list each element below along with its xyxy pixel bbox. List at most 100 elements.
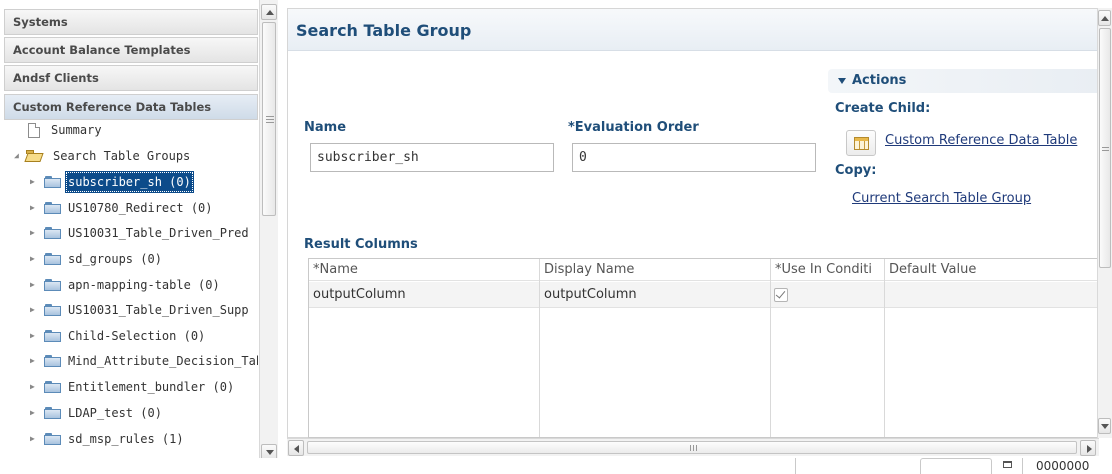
status-bar: 0000000 (0, 458, 1112, 474)
document-icon (28, 123, 40, 138)
collapsed-icon[interactable]: ▶ (30, 171, 40, 193)
arrow-down-icon (266, 450, 274, 455)
collapsed-icon[interactable]: ▶ (30, 274, 40, 296)
table-row[interactable] (309, 282, 1097, 308)
collapsed-icon[interactable]: ▶ (30, 222, 40, 244)
accordion-andsf-clients[interactable]: Andsf Clients (4, 65, 258, 91)
evaluation-order-field[interactable]: 0 (572, 143, 816, 172)
collapsed-icon[interactable]: ▶ (30, 248, 40, 270)
copy-current-search-table-group-link[interactable]: Current Search Table Group (852, 191, 1031, 206)
folder-icon (44, 330, 61, 342)
navigator-scrollbar[interactable] (259, 0, 278, 462)
editor-vertical-scrollbar[interactable] (1097, 8, 1112, 438)
collapsed-icon[interactable]: ▶ (30, 350, 40, 372)
folder-icon (44, 355, 61, 367)
tree-item-label: apn-mapping-table (0) (68, 278, 220, 292)
scroll-thumb[interactable] (307, 441, 1077, 454)
tree-item-label: Child-Selection (0) (68, 329, 206, 343)
folder-icon (44, 304, 61, 316)
column-header-name[interactable]: *Name (309, 259, 539, 281)
folder-icon (44, 381, 61, 393)
collapsed-icon[interactable]: ▶ (30, 197, 40, 219)
tree-item-entitlement-bundler[interactable]: ▶ Entitlement_bundler (0) (4, 376, 258, 398)
tree-item-label: Summary (51, 123, 102, 137)
arrow-up-icon (266, 10, 274, 15)
arrow-down-icon (1101, 424, 1109, 429)
collapsed-icon[interactable]: ▶ (30, 428, 40, 450)
table-icon (854, 137, 869, 150)
status-separator (1022, 458, 1023, 474)
column-header-display-name[interactable]: Display Name (540, 259, 770, 281)
tree-item-us10780-redirect[interactable]: ▶ US10780_Redirect (0) (4, 197, 258, 219)
actions-title: Actions (852, 73, 907, 88)
tree-item-label: US10780_Redirect (0) (68, 201, 213, 215)
copy-label: Copy: (835, 163, 877, 178)
tree-item-ldap-test[interactable]: ▶ LDAP_test (0) (4, 402, 258, 424)
tree-item-label: Mind_Attribute_Decision_Tabl (68, 354, 258, 368)
tree-item-us10031-supp[interactable]: ▶ US10031_Table_Driven_Supp (4, 299, 258, 321)
cell-default-value[interactable] (885, 282, 889, 308)
tree-item-us10031-pred[interactable]: ▶ US10031_Table_Driven_Pred (4, 222, 258, 244)
tree-item-mind-attribute[interactable]: ▶ Mind_Attribute_Decision_Tabl (4, 350, 258, 372)
tree-item-label: sd_groups (0) (68, 252, 162, 266)
status-text: 0000000 (1036, 459, 1090, 473)
collapsed-icon[interactable]: ▶ (30, 299, 40, 321)
create-custom-reference-data-table-link[interactable]: Custom Reference Data Table (885, 133, 1077, 148)
tree-item-summary[interactable]: Summary (4, 119, 258, 141)
tree-item-search-table-groups[interactable]: ◢ Search Table Groups (4, 145, 258, 167)
scroll-down-button[interactable] (1098, 418, 1111, 434)
status-separator (795, 458, 796, 474)
accordion-custom-reference-data-tables[interactable]: Custom Reference Data Tables (4, 94, 258, 120)
column-header-default-value[interactable]: Default Value (885, 259, 1097, 281)
expanded-icon[interactable]: ◢ (14, 145, 24, 167)
collapsed-icon[interactable]: ▶ (30, 325, 40, 347)
scroll-up-button[interactable] (1098, 10, 1111, 26)
page-title: Search Table Group (296, 21, 472, 40)
tree-item-label: US10031_Table_Driven_Pred (68, 226, 249, 240)
actions-section-header[interactable]: Actions (828, 69, 1098, 93)
result-columns-label: Result Columns (304, 237, 418, 252)
table-icon-button[interactable] (846, 130, 876, 156)
use-in-condition-checkbox[interactable] (774, 288, 788, 302)
cell-display-name[interactable]: outputColumn (540, 282, 637, 308)
navigator-panel: Systems Account Balance Templates Andsf … (0, 0, 278, 462)
folder-icon (44, 202, 61, 214)
tree-item-subscriber-sh[interactable]: ▶ subscriber_sh (0) (4, 171, 258, 193)
arrow-left-icon (294, 445, 299, 453)
evaluation-order-label: *Evaluation Order (568, 120, 699, 135)
scroll-thumb[interactable] (1099, 28, 1111, 268)
window-icon[interactable] (1003, 461, 1012, 468)
status-field (920, 458, 992, 474)
folder-icon (44, 227, 61, 239)
editor-horizontal-scrollbar[interactable] (287, 438, 1099, 456)
tree-item-label: sd_msp_rules (1) (68, 432, 184, 446)
navigator-tree: Summary ◢ Search Table Groups ▶ subscrib… (4, 118, 258, 458)
tree-item-label: Entitlement_bundler (0) (68, 380, 235, 394)
name-field[interactable]: subscriber_sh (310, 143, 554, 172)
result-columns-table: *Name Display Name *Use In Conditi Defau… (308, 258, 1098, 438)
scroll-right-button[interactable] (1080, 440, 1096, 456)
folder-icon (44, 253, 61, 265)
scroll-up-button[interactable] (261, 4, 277, 20)
collapsed-icon[interactable]: ▶ (30, 402, 40, 424)
folder-icon (44, 433, 61, 445)
create-child-label: Create Child: (835, 101, 931, 116)
tree-item-child-selection[interactable]: ▶ Child-Selection (0) (4, 325, 258, 347)
scroll-thumb[interactable] (262, 22, 276, 216)
tree-item-apn-mapping-table[interactable]: ▶ apn-mapping-table (0) (4, 274, 258, 296)
name-label: Name (304, 120, 347, 135)
column-header-use-in-condition[interactable]: *Use In Conditi (771, 259, 884, 281)
tree-item-sd-groups[interactable]: ▶ sd_groups (0) (4, 248, 258, 270)
open-folder-icon (24, 150, 44, 162)
tree-item-label: LDAP_test (0) (68, 406, 162, 420)
collapsed-icon[interactable]: ▶ (30, 376, 40, 398)
folder-icon (44, 279, 61, 291)
cell-name[interactable]: outputColumn (309, 282, 406, 308)
accordion-account-balance-templates[interactable]: Account Balance Templates (4, 37, 258, 63)
tree-item-sd-msp-rules[interactable]: ▶ sd_msp_rules (1) (4, 428, 258, 450)
arrow-right-icon (1087, 445, 1092, 453)
folder-icon (44, 407, 61, 419)
accordion-systems[interactable]: Systems (4, 9, 258, 35)
scroll-left-button[interactable] (288, 440, 304, 456)
editor-header: Search Table Group (288, 9, 1098, 51)
